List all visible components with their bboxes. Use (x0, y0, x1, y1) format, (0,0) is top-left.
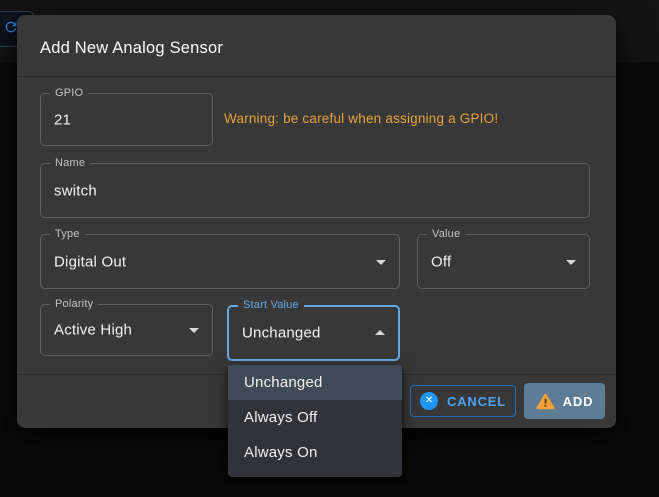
cancel-button[interactable]: ✕ CANCEL (410, 385, 516, 417)
chevron-down-icon (376, 260, 386, 265)
dialog-title: Add New Analog Sensor (40, 37, 223, 59)
type-label: Type (50, 228, 85, 241)
chevron-down-icon (189, 328, 199, 333)
menu-item-always-on[interactable]: Always On (228, 435, 402, 470)
value-select[interactable]: Value Off (417, 234, 590, 289)
warning-triangle-icon (536, 393, 555, 410)
cancel-circle-x-icon: ✕ (420, 392, 438, 410)
type-value: Digital Out (54, 253, 126, 270)
add-button-label: ADD (563, 394, 594, 409)
name-label: Name (50, 157, 90, 170)
name-field[interactable]: Name switch (40, 163, 590, 218)
value-label: Value (427, 228, 465, 241)
menu-item-unchanged[interactable]: Unchanged (228, 365, 402, 400)
start-value-label: Start Value (238, 299, 304, 312)
chevron-up-icon (375, 330, 385, 335)
polarity-select[interactable]: Polarity Active High (40, 304, 213, 356)
menu-item-always-off[interactable]: Always Off (228, 400, 402, 435)
title-divider (17, 76, 616, 77)
add-button[interactable]: ADD (524, 383, 605, 419)
polarity-label: Polarity (50, 298, 98, 311)
gpio-field[interactable]: GPIO 21 (40, 93, 213, 146)
cancel-button-label: CANCEL (447, 394, 506, 409)
page: Add New Analog Sensor GPIO 21 Warning: b… (0, 0, 659, 497)
start-value-select[interactable]: Start Value Unchanged (227, 305, 400, 361)
type-select[interactable]: Type Digital Out (40, 234, 400, 289)
gpio-value: 21 (54, 111, 71, 128)
start-value-menu: Unchanged Always Off Always On (228, 365, 402, 477)
start-value-value: Unchanged (242, 325, 321, 342)
value-value: Off (431, 253, 451, 270)
name-value: switch (54, 182, 97, 199)
chevron-down-icon (566, 260, 576, 265)
polarity-value: Active High (54, 322, 132, 339)
gpio-label: GPIO (50, 87, 88, 100)
gpio-warning-text: Warning: be careful when assigning a GPI… (224, 111, 498, 126)
